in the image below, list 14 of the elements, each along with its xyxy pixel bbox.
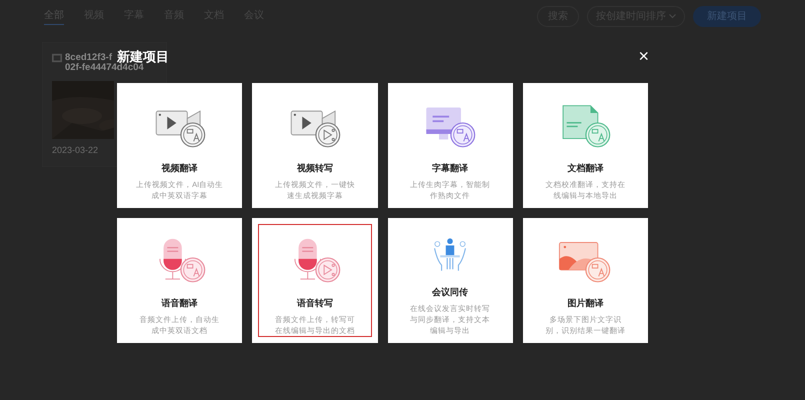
close-button[interactable]: ×: [638, 47, 649, 65]
chevron-down-icon: [669, 14, 676, 18]
project-name: 8ced12f3-f: [65, 53, 112, 63]
card-title: 视频转写: [296, 162, 333, 174]
card-title: 语音翻译: [162, 296, 198, 310]
project-name: 02f-fe44474d4c04: [65, 63, 144, 73]
card-title: 图片翻译: [567, 296, 604, 310]
card-title: 文档翻译: [567, 162, 604, 174]
project-date: 2023-03-22: [52, 144, 100, 157]
dialog-title: 新建项目: [117, 50, 169, 62]
card-title: 会议同传: [432, 286, 468, 298]
card-title: 语音转写: [296, 296, 333, 310]
card-title: 字幕翻译: [432, 162, 468, 174]
file-icon: [52, 53, 62, 63]
